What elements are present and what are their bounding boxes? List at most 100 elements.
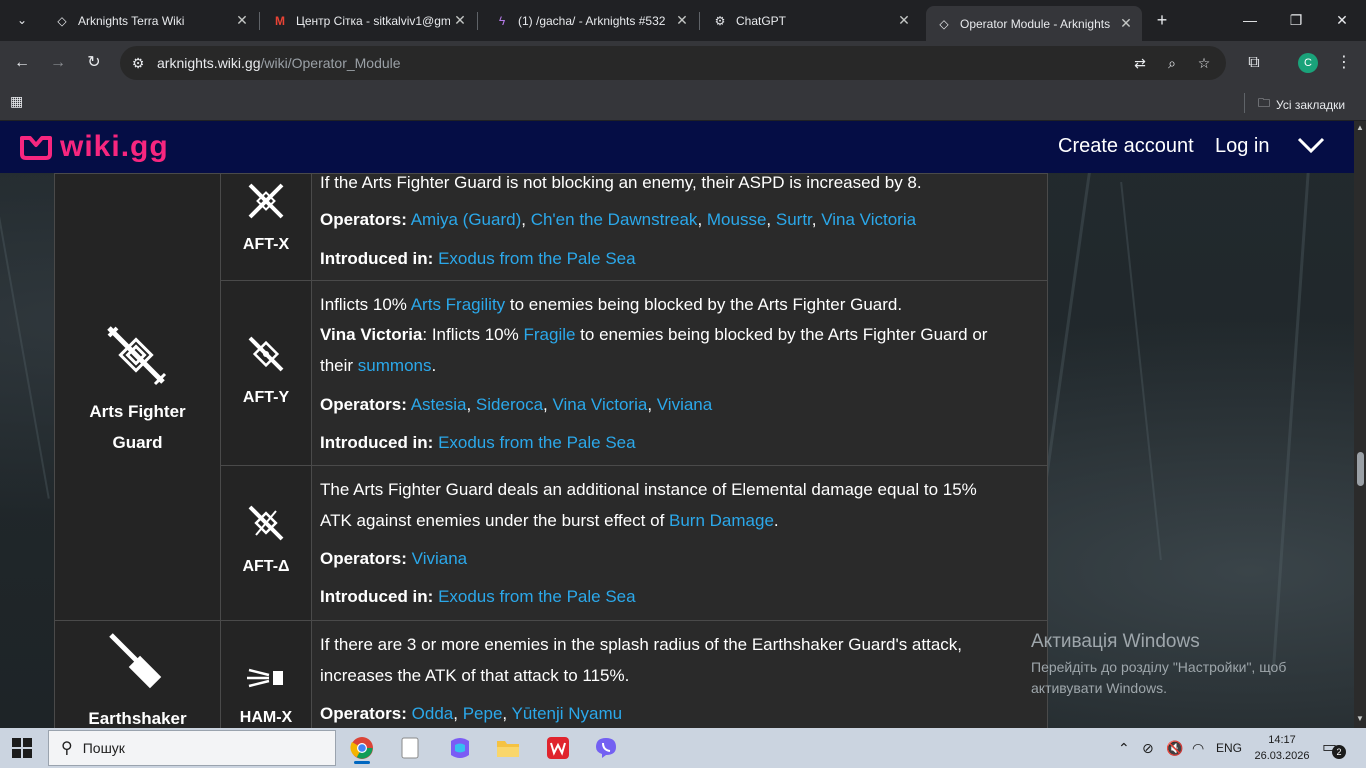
- effect-text-part: .: [431, 356, 437, 375]
- operator-link[interactable]: Viviana: [412, 549, 467, 568]
- menu-kebab-icon[interactable]: ⋮: [1330, 49, 1358, 77]
- chevron-down-icon[interactable]: [1296, 135, 1326, 160]
- event-link[interactable]: Exodus from the Pale Sea: [438, 587, 636, 606]
- wiki-gg-logo-icon: [20, 136, 52, 160]
- fragile-link[interactable]: Fragile: [523, 325, 575, 344]
- bookmarks-bar: ▦ 🗀 Усі закладки: [0, 85, 1366, 121]
- file-explorer-taskbar-icon[interactable]: [488, 732, 528, 764]
- create-account-link[interactable]: Create account: [1058, 135, 1194, 158]
- operator-link[interactable]: Amiya (Guard): [411, 210, 522, 229]
- all-bookmarks-button[interactable]: 🗀 Усі закладки: [1258, 94, 1345, 115]
- restore-icon[interactable]: ❐: [1276, 6, 1316, 34]
- event-link[interactable]: Exodus from the Pale Sea: [438, 433, 636, 452]
- module-effect-text: Vina Victoria: Inflicts 10% Fragile to e…: [320, 319, 1039, 350]
- profile-avatar[interactable]: C: [1298, 53, 1318, 73]
- operator-link[interactable]: Pepe: [463, 704, 503, 723]
- viber-taskbar-icon[interactable]: [586, 732, 626, 764]
- module-description-ham-x: If there are 3 or more enemies in the sp…: [311, 620, 1048, 728]
- tab-close-icon[interactable]: ✕: [1116, 15, 1136, 32]
- new-tab-plus-icon[interactable]: +: [1150, 6, 1174, 34]
- wps-office-taskbar-icon[interactable]: [538, 732, 578, 764]
- operator-name-bold: Vina Victoria: [320, 325, 423, 344]
- minimize-icon[interactable]: —: [1230, 6, 1270, 34]
- operator-link[interactable]: Vina Victoria: [552, 395, 647, 414]
- taskbar-search-box[interactable]: ⚲ Пошук: [48, 730, 336, 766]
- page-scrollbar[interactable]: ▲ ▼: [1354, 121, 1366, 728]
- notifications-button[interactable]: ▭ 2: [1322, 737, 1348, 759]
- tab-close-icon[interactable]: ✕: [894, 12, 914, 29]
- search-icon: ⚲: [61, 740, 73, 757]
- tab-chatgpt[interactable]: ⚙ ChatGPT ✕: [702, 6, 920, 35]
- tab-close-icon[interactable]: ✕: [450, 12, 470, 29]
- all-bookmarks-label: Усі закладки: [1276, 97, 1346, 112]
- watermark-title: Активація Windows: [1031, 631, 1200, 652]
- effect-text-part: their: [320, 356, 358, 375]
- url-host: arknights.wiki.gg: [157, 55, 261, 71]
- module-cell-aft-delta: AFT-Δ: [220, 465, 312, 621]
- operator-link[interactable]: Mousse: [707, 210, 767, 229]
- site-info-icon[interactable]: ⚙: [128, 53, 148, 73]
- operator-link[interactable]: Odda: [412, 704, 454, 723]
- tab-search-chevron-icon[interactable]: ⌄: [8, 6, 36, 34]
- chrome-taskbar-icon[interactable]: [342, 732, 382, 764]
- extensions-icon[interactable]: ⧉: [1240, 49, 1268, 77]
- operators-label: Operators:: [320, 704, 407, 723]
- address-bar[interactable]: ⚙ arknights.wiki.gg/wiki/Operator_Module…: [120, 46, 1226, 80]
- bookmark-star-icon[interactable]: ☆: [1194, 53, 1214, 73]
- network-offline-icon[interactable]: ⊘: [1142, 728, 1154, 768]
- scroll-up-arrow-icon[interactable]: ▲: [1356, 123, 1364, 132]
- apps-grid-icon[interactable]: ▦: [10, 93, 23, 110]
- module-effect-text: ATK against enemies under the burst effe…: [320, 505, 1039, 536]
- module-effect-text: increases the ATK of that attack to 115%…: [320, 666, 630, 685]
- tab-operator-module[interactable]: ◇ Operator Module - Arknights ✕: [926, 6, 1142, 41]
- operator-link[interactable]: Yūtenji Nyamu: [512, 704, 623, 723]
- effect-text-part: ATK against enemies under the burst effe…: [320, 511, 670, 530]
- url-text[interactable]: arknights.wiki.gg/wiki/Operator_Module: [157, 55, 401, 71]
- operators-label: Operators:: [320, 395, 407, 414]
- event-link[interactable]: Exodus from the Pale Sea: [438, 249, 636, 268]
- operator-link[interactable]: Surtr: [776, 210, 812, 229]
- module-effect-text: their summons.: [320, 350, 1039, 381]
- tab-arknights-terra-wiki[interactable]: ◇ Arknights Terra Wiki ✕: [44, 6, 258, 35]
- scrollbar-thumb[interactable]: [1357, 452, 1364, 486]
- reload-icon[interactable]: ↻: [80, 49, 108, 77]
- back-arrow-icon[interactable]: ←: [8, 49, 36, 77]
- tab-close-icon[interactable]: ✕: [232, 12, 252, 29]
- operator-link[interactable]: Vina Victoria: [821, 210, 916, 229]
- operators-label: Operators:: [320, 210, 407, 229]
- input-language-indicator[interactable]: ENG: [1216, 728, 1242, 768]
- wiki-gg-logo[interactable]: wiki.gg: [18, 130, 169, 164]
- close-window-icon[interactable]: ✕: [1322, 6, 1362, 34]
- diamond-icon: ◇: [939, 16, 949, 31]
- clock-date: 26.03.2026: [1254, 750, 1310, 762]
- scroll-down-arrow-icon[interactable]: ▼: [1356, 714, 1364, 723]
- operator-link[interactable]: Astesia: [411, 395, 467, 414]
- forward-arrow-icon[interactable]: →: [44, 49, 72, 77]
- translate-icon[interactable]: ⇄: [1130, 53, 1150, 73]
- effect-text-part: to enemies being blocked by the Arts Fig…: [505, 295, 903, 314]
- operator-link[interactable]: Ch'en the Dawnstreak: [531, 210, 698, 229]
- branch-name-line2: Guard: [112, 433, 163, 452]
- operator-link[interactable]: Sideroca: [476, 395, 543, 414]
- wifi-icon[interactable]: ◠: [1192, 728, 1204, 768]
- volume-muted-icon[interactable]: 🔇: [1166, 728, 1183, 768]
- log-in-link[interactable]: Log in: [1215, 135, 1270, 158]
- zoom-icon[interactable]: ⌕: [1162, 53, 1182, 73]
- taskbar-clock[interactable]: 14:17 26.03.2026: [1252, 732, 1312, 764]
- tray-chevron-up-icon[interactable]: ⌃: [1118, 728, 1130, 768]
- module-description-aft-delta: The Arts Fighter Guard deals an addition…: [311, 465, 1048, 621]
- module-introduced-line: Introduced in: Exodus from the Pale Sea: [320, 581, 1039, 612]
- web-page: wiki.gg Create account Log in Arts Fight…: [0, 121, 1366, 728]
- tab-gmail[interactable]: M Центр Сітка - sitkalviv1@gm ✕: [262, 6, 476, 35]
- arts-fragility-link[interactable]: Arts Fragility: [411, 295, 505, 314]
- burn-damage-link[interactable]: Burn Damage: [669, 511, 774, 530]
- summons-link[interactable]: summons: [358, 356, 432, 375]
- operator-link[interactable]: Viviana: [657, 395, 712, 414]
- branch-cell-arts-fighter: Arts Fighter Guard: [54, 173, 221, 621]
- notepad-taskbar-icon[interactable]: [390, 732, 430, 764]
- copilot-taskbar-icon[interactable]: [440, 732, 480, 764]
- tab-separator: [259, 12, 260, 30]
- windows-start-icon[interactable]: [12, 738, 32, 763]
- tab-close-icon[interactable]: ✕: [672, 12, 692, 29]
- tab-gacha-thread[interactable]: ϟ (1) /gacha/ - Arknights #532 ✕: [484, 6, 698, 35]
